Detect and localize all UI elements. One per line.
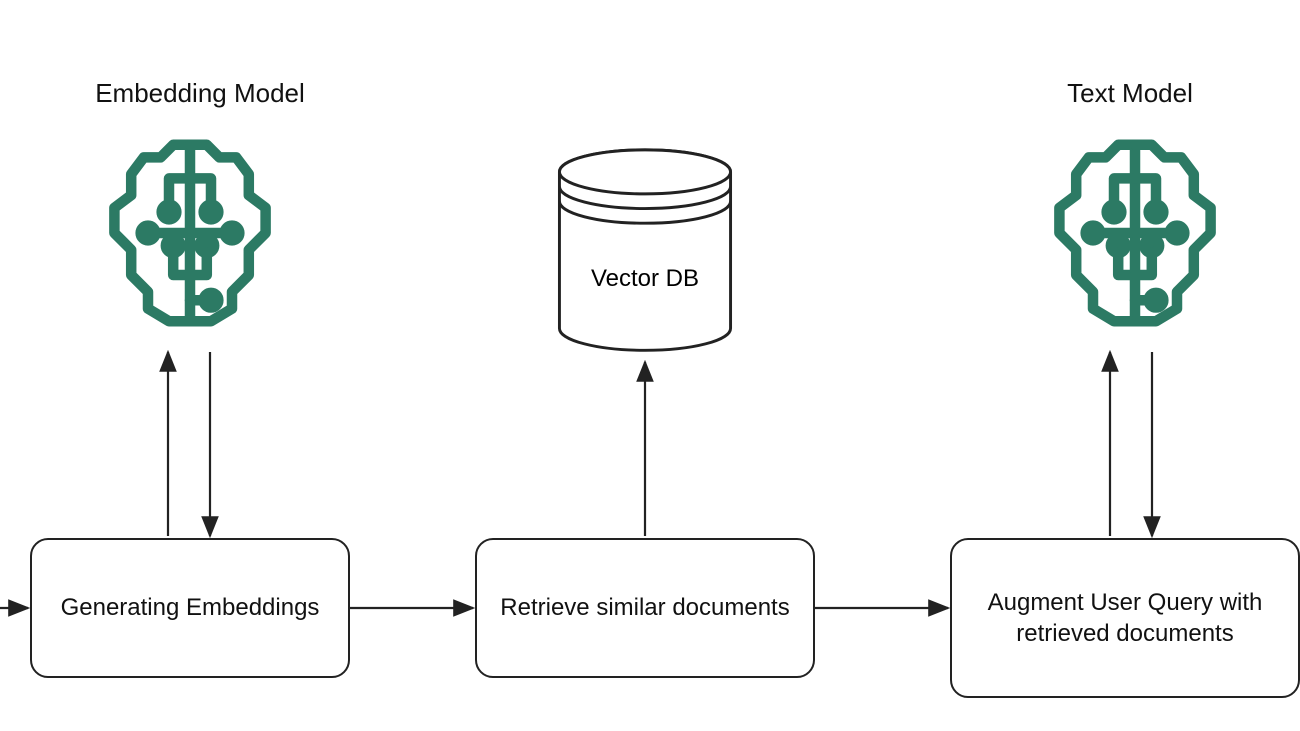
generate-embeddings-node: Generating Embeddings [30,538,350,678]
augment-query-node: Augment User Query with retrieved docume… [950,538,1300,698]
augment-query-text: Augment User Query with retrieved docume… [966,587,1284,649]
retrieve-similar-text: Retrieve similar documents [500,592,789,623]
database-cylinder-icon: Vector DB [545,145,745,365]
ai-brain-icon [85,128,295,338]
vector-db-label: Vector DB [545,265,745,293]
retrieve-similar-node: Retrieve similar documents [475,538,815,678]
embedding-model-label: Embedding Model [70,78,330,109]
generate-embeddings-text: Generating Embeddings [61,592,320,623]
ai-brain-icon [1030,128,1240,338]
diagram-canvas: Embedding Model Text Model [0,0,1300,731]
text-model-label: Text Model [1030,78,1230,109]
